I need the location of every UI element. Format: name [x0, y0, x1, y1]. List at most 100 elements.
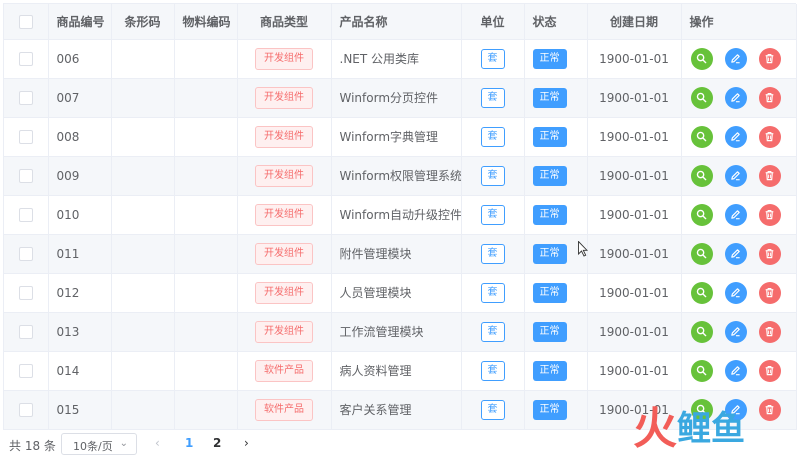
unit-button[interactable]: 套 — [480, 204, 505, 225]
table-row[interactable]: 012 开发组件 人员管理模块套 正常 1900-01-01 — [4, 273, 797, 313]
select-all-checkbox[interactable] — [18, 14, 33, 29]
row-select-cell[interactable] — [4, 312, 49, 352]
table-row[interactable]: 008 开发组件 Winform字典管理套 正常 1900-01-01 — [4, 117, 797, 157]
view-button[interactable] — [690, 281, 713, 304]
row-checkbox[interactable] — [18, 90, 33, 105]
unit-button[interactable]: 套 — [480, 243, 505, 264]
table-row[interactable]: 014 软件产品 病人资料管理套 正常 1900-01-01 — [4, 351, 797, 391]
row-select-cell[interactable] — [4, 351, 49, 391]
row-checkbox[interactable] — [18, 246, 33, 261]
column-header-created-date[interactable]: 创建日期 — [587, 4, 682, 40]
edit-icon — [730, 326, 741, 337]
status-button[interactable]: 正常 — [532, 87, 567, 108]
row-checkbox[interactable] — [18, 51, 33, 66]
unit-button[interactable]: 套 — [480, 321, 505, 342]
status-button[interactable]: 正常 — [532, 360, 567, 381]
column-header-product-type[interactable]: 商品类型 — [237, 4, 332, 40]
row-checkbox[interactable] — [18, 207, 33, 222]
cell-unit: 套 — [461, 273, 525, 313]
unit-button[interactable]: 套 — [480, 282, 505, 303]
status-button[interactable]: 正常 — [532, 321, 567, 342]
delete-button[interactable] — [758, 164, 781, 187]
edit-button[interactable] — [724, 359, 747, 382]
row-select-cell[interactable] — [4, 78, 49, 118]
row-checkbox[interactable] — [18, 168, 33, 183]
delete-button[interactable] — [758, 242, 781, 265]
view-button[interactable] — [690, 125, 713, 148]
column-header-unit[interactable]: 单位 — [461, 4, 525, 40]
status-button[interactable]: 正常 — [532, 126, 567, 147]
row-checkbox[interactable] — [18, 285, 33, 300]
view-button[interactable] — [690, 203, 713, 226]
column-header-material-code[interactable]: 物料编码 — [174, 4, 238, 40]
table-row[interactable]: 011 开发组件 附件管理模块套 正常 1900-01-01 — [4, 234, 797, 274]
view-button[interactable] — [690, 164, 713, 187]
cell-unit: 套 — [461, 195, 525, 235]
delete-button[interactable] — [758, 47, 781, 70]
delete-button[interactable] — [758, 86, 781, 109]
unit-button[interactable]: 套 — [480, 165, 505, 186]
status-button[interactable]: 正常 — [532, 282, 567, 303]
row-select-cell[interactable] — [4, 39, 49, 79]
row-select-cell[interactable] — [4, 234, 49, 274]
table-row[interactable]: 010 开发组件 Winform自动升级控件套 正常 1900-01-01 — [4, 195, 797, 235]
status-button[interactable]: 正常 — [532, 48, 567, 69]
chevron-down-icon: ⌄ — [119, 438, 128, 449]
status-button[interactable]: 正常 — [532, 243, 567, 264]
column-header-status[interactable]: 状态 — [524, 4, 588, 40]
row-select-cell[interactable] — [4, 273, 49, 313]
row-select-cell[interactable] — [4, 117, 49, 157]
view-button[interactable] — [690, 242, 713, 265]
delete-button[interactable] — [758, 398, 781, 421]
row-select-cell[interactable] — [4, 195, 49, 235]
delete-button[interactable] — [758, 320, 781, 343]
prev-page-button[interactable]: ‹ — [155, 436, 160, 450]
row-select-cell[interactable] — [4, 390, 49, 430]
cell-barcode — [111, 39, 175, 79]
row-checkbox[interactable] — [18, 324, 33, 339]
table-row[interactable]: 007 开发组件 Winform分页控件套 正常 1900-01-01 — [4, 78, 797, 118]
delete-button[interactable] — [758, 203, 781, 226]
table-row[interactable]: 013 开发组件 工作流管理模块套 正常 1900-01-01 — [4, 312, 797, 352]
edit-button[interactable] — [724, 164, 747, 187]
edit-button[interactable] — [724, 320, 747, 343]
next-page-button[interactable]: › — [244, 436, 249, 450]
unit-button[interactable]: 套 — [480, 126, 505, 147]
status-button[interactable]: 正常 — [532, 165, 567, 186]
column-header-product-name[interactable]: 产品名称 — [331, 4, 462, 40]
edit-button[interactable] — [724, 203, 747, 226]
unit-button[interactable]: 套 — [480, 360, 505, 381]
status-button[interactable]: 正常 — [532, 399, 567, 420]
page-1-button[interactable]: 1 — [185, 436, 193, 450]
row-select-cell[interactable] — [4, 156, 49, 196]
edit-button[interactable] — [724, 47, 747, 70]
edit-button[interactable] — [724, 86, 747, 109]
column-header-product-no[interactable]: 商品编号 — [48, 4, 112, 40]
row-checkbox[interactable] — [18, 363, 33, 378]
status-button[interactable]: 正常 — [532, 204, 567, 225]
delete-button[interactable] — [758, 281, 781, 304]
page-2-button[interactable]: 2 — [213, 436, 221, 450]
cell-material-code — [174, 234, 238, 274]
cell-created-date: 1900-01-01 — [587, 39, 682, 79]
edit-button[interactable] — [724, 281, 747, 304]
select-all-cell[interactable] — [4, 4, 49, 40]
view-button[interactable] — [690, 359, 713, 382]
table-row[interactable]: 009 开发组件 Winform权限管理系统套 正常 1900-01-01 — [4, 156, 797, 196]
view-button[interactable] — [690, 320, 713, 343]
delete-button[interactable] — [758, 359, 781, 382]
unit-button[interactable]: 套 — [480, 399, 505, 420]
unit-button[interactable]: 套 — [480, 48, 505, 69]
edit-button[interactable] — [724, 125, 747, 148]
table-row[interactable]: 006 开发组件 .NET 公用类库套 正常 1900-01-01 — [4, 39, 797, 79]
edit-button[interactable] — [724, 242, 747, 265]
row-checkbox[interactable] — [18, 129, 33, 144]
view-button[interactable] — [690, 86, 713, 109]
unit-button[interactable]: 套 — [480, 87, 505, 108]
page-size-select[interactable]: 10条/页 ⌄ — [61, 433, 137, 455]
view-button[interactable] — [690, 47, 713, 70]
column-header-barcode[interactable]: 条形码 — [111, 4, 175, 40]
cell-product-no: 007 — [48, 78, 112, 118]
row-checkbox[interactable] — [18, 402, 33, 417]
delete-button[interactable] — [758, 125, 781, 148]
